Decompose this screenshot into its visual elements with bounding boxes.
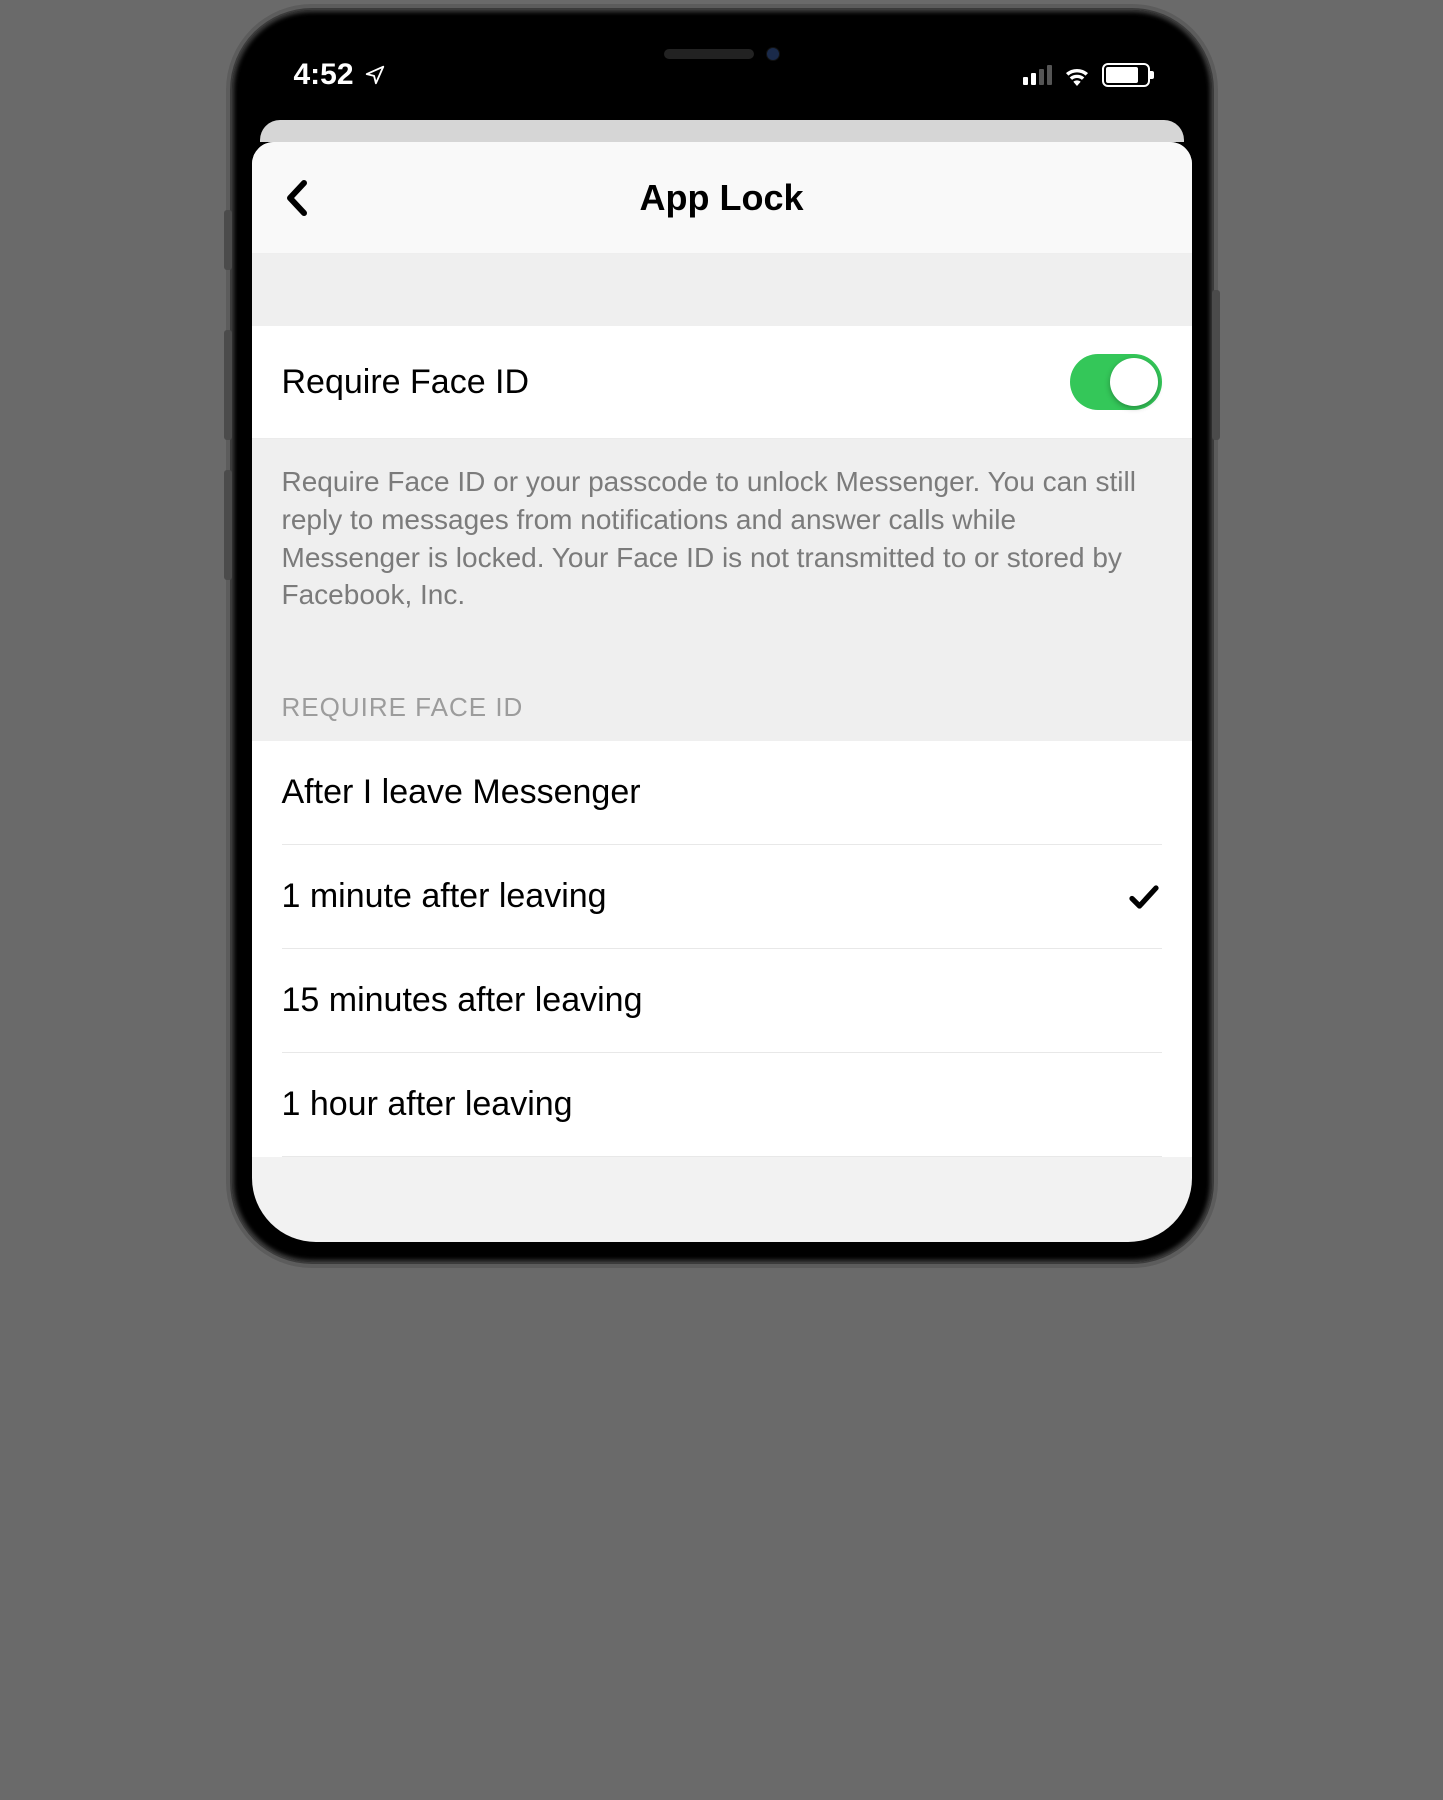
section-spacer [252,254,1192,326]
require-faceid-label: Require Face ID [282,363,530,402]
phone-screen: 4:52 [252,30,1192,1242]
option-15-minutes[interactable]: 15 minutes after leaving [282,949,1162,1053]
cellular-signal-icon [1023,65,1052,85]
side-mute-switch [224,210,232,270]
option-1-hour[interactable]: 1 hour after leaving [282,1053,1162,1157]
nav-header: App Lock [252,142,1192,254]
back-button[interactable] [276,178,316,218]
option-label: 1 minute after leaving [282,877,607,916]
chevron-left-icon [284,179,308,217]
option-after-leave[interactable]: After I leave Messenger [282,741,1162,845]
phone-frame: 4:52 [232,10,1212,1262]
status-left: 4:52 [294,58,386,92]
timing-option-list: After I leave Messenger 1 minute after l… [252,741,1192,1157]
side-volume-up [224,330,232,440]
sheet-behind [260,120,1184,142]
option-label: 15 minutes after leaving [282,981,643,1020]
notch [567,30,877,78]
checkmark-icon [1126,879,1162,915]
wifi-icon [1062,64,1092,86]
require-faceid-row: Require Face ID [252,326,1192,439]
faceid-description: Require Face ID or your passcode to unlo… [252,439,1192,632]
settings-sheet: App Lock Require Face ID Require Face ID… [252,142,1192,1242]
front-camera [766,47,780,61]
battery-icon [1102,63,1150,87]
status-time: 4:52 [294,58,354,92]
location-icon [364,64,386,86]
option-label: After I leave Messenger [282,773,641,812]
status-right [1023,63,1150,87]
option-label: 1 hour after leaving [282,1085,573,1124]
timing-section-header: REQUIRE FACE ID [252,632,1192,741]
speaker-grill [664,49,754,59]
side-power-button [1212,290,1220,440]
option-1-minute[interactable]: 1 minute after leaving [282,845,1162,949]
require-faceid-toggle[interactable] [1070,354,1162,410]
battery-fill [1106,67,1138,83]
page-title: App Lock [639,177,803,219]
side-volume-down [224,470,232,580]
toggle-knob [1110,358,1158,406]
